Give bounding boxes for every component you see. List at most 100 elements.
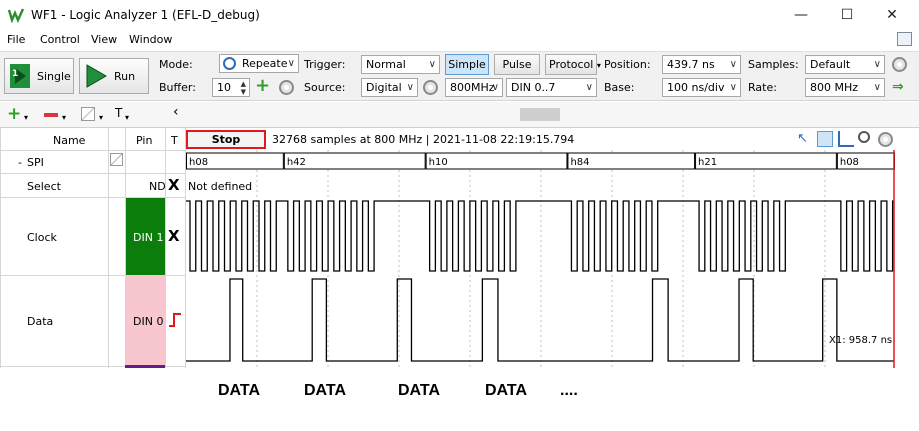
samples-label: Samples: (748, 58, 799, 71)
chevron-down-icon: ∨ (491, 82, 499, 93)
cursor-x1-label: X1: 958.7 ns (829, 335, 892, 346)
maximize-button[interactable]: ☐ (832, 3, 862, 27)
zoom-icon[interactable] (858, 131, 870, 143)
menu-control[interactable]: Control (40, 33, 80, 46)
chevron-down-icon: ∨ (406, 82, 414, 93)
row-name-clock[interactable]: Clock (27, 231, 57, 244)
bus-value-label: h08 (189, 157, 208, 168)
edit-bus-icon[interactable] (110, 153, 123, 166)
position-input[interactable]: 439.7 ns ∨ (662, 55, 741, 74)
buffer-value: 10 (217, 81, 231, 94)
channel-value: DIN 0..7 (511, 81, 556, 94)
column-header-pin[interactable]: Pin (136, 134, 152, 147)
source-settings-gear-icon[interactable] (423, 80, 438, 95)
channel-color-marker (125, 365, 165, 368)
minimize-button[interactable]: — (786, 3, 816, 27)
annotation-data-4: DATA (485, 382, 528, 399)
pointer-tool-icon[interactable]: ↖ (797, 131, 813, 147)
chevron-down-icon: ∨ (585, 82, 593, 93)
mode-label: Mode: (159, 58, 193, 71)
bus-value-label: h84 (570, 157, 589, 168)
pulse-trigger-button[interactable]: Pulse (494, 54, 540, 75)
channel-select[interactable]: DIN 0..7 ∨ (506, 78, 597, 97)
chevron-down-icon: ∨ (873, 82, 881, 93)
app-logo-icon (8, 8, 24, 23)
clock-waveform (186, 200, 894, 272)
row-name-select[interactable]: Select (27, 180, 61, 193)
column-header-name[interactable]: Name (53, 134, 85, 147)
chevron-down-icon: ∨ (729, 82, 737, 93)
menu-view[interactable]: View (91, 33, 117, 46)
mode-select[interactable]: Repeate ∨ (219, 54, 299, 73)
add-buffer-icon[interactable]: + (255, 77, 270, 95)
trigger-label: Trigger: (304, 58, 346, 71)
run-button[interactable]: Run (79, 58, 149, 94)
rising-edge-icon[interactable] (168, 312, 182, 328)
column-header-trigger[interactable]: T (171, 134, 178, 147)
close-button[interactable]: ✕ (877, 3, 907, 27)
channel-toolbar (0, 102, 919, 128)
grid-divider (108, 128, 109, 368)
row-name-data[interactable]: Data (27, 315, 53, 328)
bus-value-label: h42 (287, 157, 306, 168)
buffer-label: Buffer: (159, 81, 196, 94)
add-channel-icon[interactable]: + (7, 104, 21, 124)
rate-select[interactable]: 800 MHz ∨ (805, 78, 885, 97)
dropdown-arrow-icon[interactable]: ▾ (24, 113, 28, 122)
clock-pin: DIN 1 (133, 231, 164, 244)
measure-tool-icon[interactable] (838, 131, 854, 147)
dropdown-arrow-icon[interactable]: ▾ (62, 113, 66, 122)
mode-value: Repeate (242, 57, 288, 70)
buffer-settings-gear-icon[interactable] (279, 80, 294, 95)
grid-row-divider (0, 173, 185, 174)
base-select[interactable]: 100 ns/div ∨ (662, 78, 741, 97)
svg-text:1: 1 (12, 69, 18, 79)
grid-divider (0, 128, 1, 368)
grid-row-divider (0, 150, 185, 151)
menu-file[interactable]: File (7, 33, 25, 46)
cursor-tool-icon[interactable] (817, 131, 833, 147)
position-value: 439.7 ns (667, 58, 715, 71)
stop-button[interactable]: Stop (186, 130, 266, 149)
samples-settings-gear-icon[interactable] (892, 57, 907, 72)
rate-value: 800 MHz (810, 81, 859, 94)
remove-channel-icon[interactable] (44, 113, 58, 117)
trigger-none-icon[interactable]: X (168, 176, 180, 194)
plot-settings-gear-icon[interactable] (878, 132, 893, 147)
position-label: Position: (604, 58, 651, 71)
scroll-left-button[interactable]: ‹ (173, 104, 179, 120)
single-label: Single (37, 69, 71, 83)
text-tool-icon[interactable]: T (115, 106, 122, 120)
source-value: Digital (366, 81, 402, 94)
arrow-right-icon[interactable]: ⇒ (892, 79, 904, 95)
bus-value-label: h10 (429, 157, 448, 168)
menu-window[interactable]: Window (129, 33, 172, 46)
buffer-spinbox[interactable]: 10 ▲ ▼ (212, 78, 250, 97)
run-label: Run (114, 69, 136, 83)
base-value: 100 ns/div (667, 81, 725, 94)
dropdown-arrow-icon[interactable]: ▾ (99, 113, 103, 122)
trigger-none-icon[interactable]: X (168, 227, 180, 245)
row-name-spi[interactable]: SPI (27, 156, 44, 169)
samples-select[interactable]: Default ∨ (805, 55, 885, 74)
annotation-data-3: DATA (398, 382, 441, 399)
waveform-plot[interactable]: h08 h42 h10 h84 h21 h08 X1: 958.7 ns (186, 150, 895, 368)
base-label: Base: (604, 81, 635, 94)
single-button[interactable]: 1 Single (4, 58, 74, 94)
chevron-down-icon: ∨ (287, 58, 295, 69)
collapse-toggle[interactable]: - (18, 156, 22, 169)
dropdown-arrow-icon[interactable]: ▾ (125, 113, 129, 122)
repeat-icon (223, 57, 236, 70)
protocol-trigger-button[interactable]: Protocol ▾ (545, 54, 601, 75)
single-run-icon: 1 (10, 64, 30, 88)
spin-icon[interactable]: ▲ ▼ (241, 80, 246, 96)
edit-channel-icon[interactable] (81, 107, 95, 121)
restore-window-icon[interactable] (897, 32, 912, 46)
bus-value-label: h08 (840, 157, 859, 168)
trigger-select[interactable]: Normal ∨ (361, 55, 440, 74)
simple-trigger-button[interactable]: Simple (445, 54, 489, 75)
samples-value: Default (810, 58, 851, 71)
frequency-select[interactable]: 800MHz ∨ (445, 78, 503, 97)
source-select[interactable]: Digital ∨ (361, 78, 418, 97)
horizontal-scrollbar-thumb[interactable] (520, 108, 560, 121)
